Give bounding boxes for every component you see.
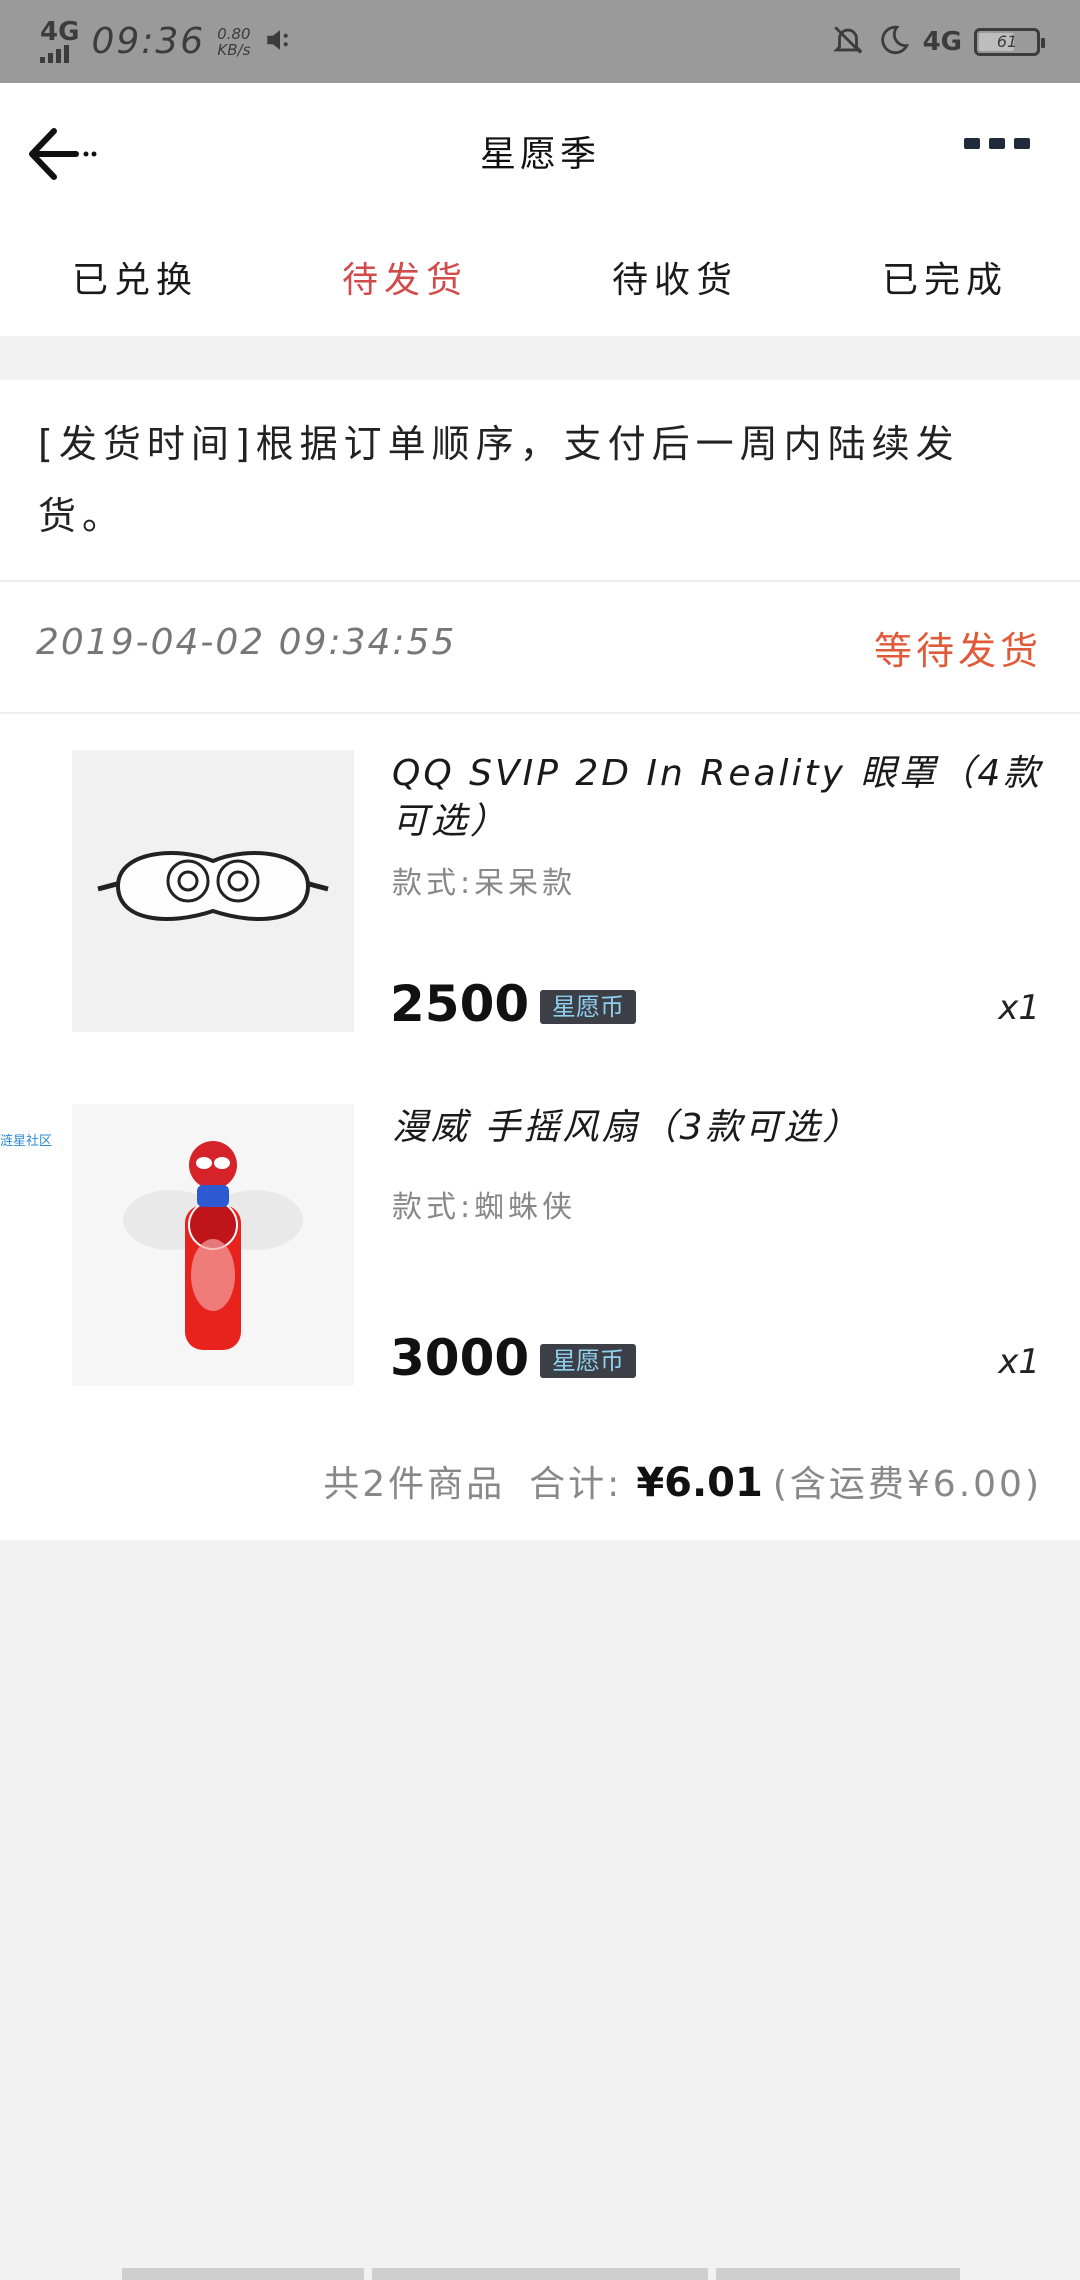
- network-speed: 0.80 KB/s: [217, 26, 250, 58]
- network-type-right: 4G: [922, 26, 962, 57]
- tab-pending-shipment[interactable]: 待发货: [270, 218, 540, 336]
- signal-icon: 4G: [40, 16, 80, 63]
- nav-header: 星愿季: [0, 83, 1080, 218]
- item-title[interactable]: 漫威 手摇风扇（3款可选）: [392, 1104, 1047, 1152]
- status-bar: 4G 09:36 0.80 KB/s 4G 61: [0, 0, 1080, 83]
- item-title[interactable]: QQ SVIP 2D In Reality 眼罩（4款可选）: [392, 750, 1047, 846]
- order-tabs: 已兑换 待发货 待收货 已完成: [0, 218, 1080, 336]
- item-spec: 款式:蜘蛛侠: [392, 1190, 577, 1225]
- order-item[interactable]: 漫威 手摇风扇（3款可选） 款式:蜘蛛侠 3000 星愿币 x1: [0, 1104, 1080, 1394]
- arrow-left-icon: [29, 128, 97, 180]
- bottom-indicator: [0, 2268, 1080, 2280]
- total-label: 合计:: [529, 1464, 623, 1505]
- network-speed-unit: KB/s: [217, 40, 251, 59]
- item-spec: 款式:呆呆款: [392, 866, 577, 901]
- order-summary: 共2件商品 合计: ¥6.01 (含运费¥6.00): [323, 1455, 1042, 1507]
- order-status: 等待发货: [873, 629, 1042, 673]
- item-quantity: x1: [998, 988, 1040, 1028]
- currency-badge: 星愿币: [540, 1344, 636, 1378]
- divider: [0, 712, 1080, 714]
- bell-off-icon: [831, 23, 865, 61]
- network-type-left: 4G: [40, 16, 80, 47]
- item-price: 2500: [390, 975, 530, 1033]
- total-amount: ¥6.01: [636, 1460, 763, 1506]
- item-quantity: x1: [998, 1342, 1040, 1382]
- currency-badge: 星愿币: [540, 990, 636, 1024]
- shipping-notice: [发货时间]根据订单顺序，支付后一周内陆续发货。: [38, 422, 960, 538]
- item-count: 共2件商品: [323, 1464, 506, 1505]
- moon-icon: [877, 23, 911, 61]
- status-right: 4G 61: [831, 23, 1045, 61]
- battery-level: 61: [996, 32, 1018, 51]
- mute-speaker-icon: [263, 23, 297, 61]
- item-price: 3000: [390, 1329, 530, 1387]
- order-date: 2019-04-02 09:34:55: [36, 622, 457, 663]
- order-item[interactable]: QQ SVIP 2D In Reality 眼罩（4款可选） 款式:呆呆款 25…: [0, 750, 1080, 1040]
- more-dots-icon: [964, 138, 980, 149]
- divider: [0, 580, 1080, 582]
- tab-completed[interactable]: 已完成: [810, 218, 1080, 336]
- status-time: 09:36: [91, 21, 206, 62]
- order-card: [发货时间]根据订单顺序，支付后一周内陆续发货。 2019-04-02 09:3…: [0, 380, 1080, 1540]
- tab-redeemed[interactable]: 已兑换: [0, 218, 270, 336]
- network-speed-value: 0.80: [217, 24, 251, 43]
- tab-pending-receipt[interactable]: 待收货: [540, 218, 810, 336]
- shipping-fee: (含运费¥6.00): [772, 1464, 1042, 1505]
- more-button[interactable]: [964, 138, 1030, 149]
- back-button[interactable]: [28, 121, 108, 191]
- page-title: 星愿季: [479, 133, 600, 175]
- eye-mask-image[interactable]: [72, 750, 354, 1032]
- status-left: 4G 09:36 0.80 KB/s: [40, 16, 297, 63]
- spiderman-fan-image[interactable]: [72, 1104, 354, 1386]
- community-tag[interactable]: 涟星社区: [0, 1130, 52, 1149]
- battery-icon: 61: [974, 27, 1045, 56]
